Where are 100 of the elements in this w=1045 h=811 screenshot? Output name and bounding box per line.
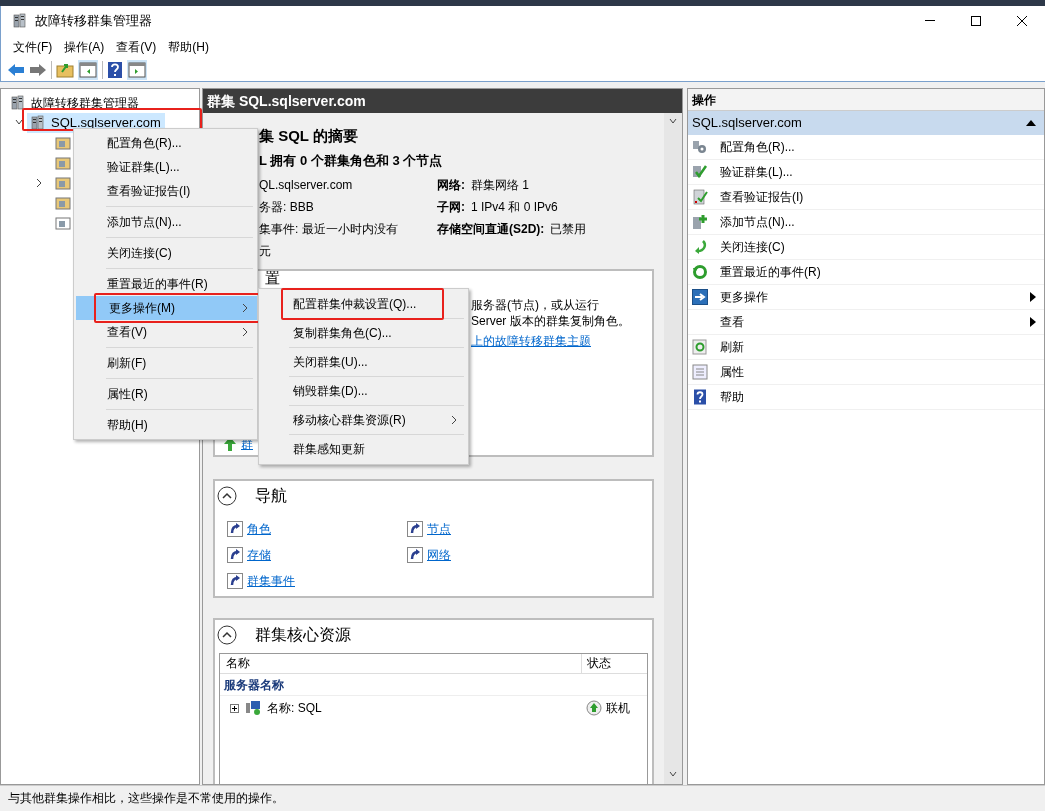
action-item[interactable]: 验证群集(L)... bbox=[688, 160, 1044, 185]
menu-item[interactable]: 配置角色(R)... bbox=[74, 131, 257, 155]
menu-item[interactable]: 复制群集角色(C)... bbox=[259, 319, 468, 347]
refresh-icon bbox=[692, 339, 708, 355]
forward-icon[interactable] bbox=[29, 61, 47, 78]
folder-icon bbox=[55, 175, 71, 191]
detail-label: 存储空间直通(S2D): bbox=[437, 221, 545, 238]
action-item[interactable]: 刷新 bbox=[688, 335, 1044, 360]
summary-detail: 务器: BBB bbox=[259, 199, 315, 216]
menu-item[interactable]: 关闭群集(U)... bbox=[259, 348, 468, 376]
navigation-link[interactable]: 网络 bbox=[427, 546, 451, 564]
shortcut-icon bbox=[407, 547, 423, 563]
menu-item[interactable]: 群集感知更新 bbox=[259, 435, 468, 463]
help-icon bbox=[692, 389, 708, 405]
detail-value: 已禁用 bbox=[550, 221, 587, 238]
menu-item[interactable]: 重置最近的事件(R) bbox=[74, 272, 257, 296]
server-icon bbox=[11, 95, 27, 111]
actions-section-header[interactable]: SQL.sqlserver.com bbox=[688, 111, 1044, 135]
menu-item[interactable]: 查看(V) bbox=[74, 320, 257, 344]
shortcut-icon bbox=[407, 521, 423, 537]
summary-subtitle: L 拥有 0 个群集角色和 3 个节点 bbox=[259, 151, 444, 170]
menu-item[interactable]: 关闭连接(C) bbox=[74, 241, 257, 265]
add-icon bbox=[692, 214, 708, 230]
menu-item[interactable]: 操作(A) bbox=[58, 38, 111, 56]
column-header[interactable]: 状态 bbox=[582, 654, 611, 673]
window-title: 故障转移群集管理器 bbox=[35, 12, 152, 31]
pane-icon[interactable] bbox=[78, 59, 98, 80]
maximize-icon bbox=[971, 16, 981, 26]
folder-icon bbox=[55, 135, 71, 151]
menu-item[interactable]: 刷新(F) bbox=[74, 351, 257, 375]
menu-item[interactable]: 验证群集(L)... bbox=[74, 155, 257, 179]
folder-icon bbox=[55, 215, 71, 231]
action-item[interactable]: 关闭连接(C) bbox=[688, 235, 1044, 260]
shortcut-icon bbox=[227, 573, 243, 589]
pane-icon[interactable] bbox=[127, 59, 147, 80]
menu-item[interactable]: 销毁群集(D)... bbox=[259, 377, 468, 405]
action-item[interactable]: 添加节点(N)... bbox=[688, 210, 1044, 235]
expand-icon bbox=[35, 178, 43, 188]
panel-title: 群集核心资源 bbox=[255, 625, 351, 645]
back-icon[interactable] bbox=[7, 61, 25, 78]
detail-value: 群集网络 1 bbox=[471, 177, 529, 194]
expand-icon[interactable] bbox=[230, 703, 239, 713]
reset-icon bbox=[692, 264, 708, 280]
navigation-link[interactable]: 节点 bbox=[427, 520, 451, 538]
collapse-icon[interactable] bbox=[217, 625, 237, 645]
check-icon bbox=[692, 164, 708, 180]
app-icon bbox=[13, 13, 29, 29]
help-icon[interactable] bbox=[107, 60, 123, 79]
close-icon bbox=[1017, 16, 1027, 26]
online-icon bbox=[586, 700, 602, 716]
detail-label: 子网: bbox=[437, 199, 465, 216]
action-item[interactable]: 配置角色(R)... bbox=[688, 135, 1044, 160]
menu-item[interactable]: 帮助(H) bbox=[74, 413, 257, 437]
detail-label: 网络: bbox=[437, 177, 465, 194]
group-header: 服务器名称 bbox=[220, 674, 647, 696]
tree-item[interactable]: 故障转移群集管理器 bbox=[31, 94, 139, 112]
menu-item[interactable]: 查看验证报告(I) bbox=[74, 179, 257, 203]
menu-item[interactable]: 属性(R) bbox=[74, 382, 257, 406]
summary-detail: 元 bbox=[259, 243, 272, 260]
summary-title: 集 SQL 的摘要 bbox=[259, 126, 359, 146]
action-item[interactable]: 更多操作 bbox=[688, 285, 1044, 310]
panel-title: 导航 bbox=[255, 486, 287, 506]
menu-item[interactable]: 配置群集仲裁设置(Q)... bbox=[259, 290, 468, 318]
menu-item[interactable]: 移动核心群集资源(R) bbox=[259, 406, 468, 434]
action-item[interactable]: 查看 bbox=[688, 310, 1044, 335]
content-header: 群集 SQL.sqlserver.com bbox=[203, 89, 682, 113]
summary-detail: 集事件: 最近一小时内没有 bbox=[259, 221, 399, 238]
action-item[interactable]: 属性 bbox=[688, 360, 1044, 385]
help-link[interactable]: 上的故障转移群集主题 bbox=[471, 333, 652, 349]
action-item[interactable]: 帮助 bbox=[688, 385, 1044, 410]
actions-title: 操作 bbox=[688, 89, 1044, 111]
action-item[interactable]: 重置最近的事件(R) bbox=[688, 260, 1044, 285]
folder-icon bbox=[55, 155, 71, 171]
navigation-link[interactable]: 存储 bbox=[247, 546, 271, 564]
server-icon bbox=[245, 700, 261, 716]
menu-item[interactable]: 添加节点(N)... bbox=[74, 210, 257, 234]
minimize-icon bbox=[925, 20, 935, 22]
configure-text: Server 版本的群集复制角色。 bbox=[471, 313, 631, 329]
action-item[interactable]: 查看验证报告(I) bbox=[688, 185, 1044, 210]
submenu-arrow-icon bbox=[1030, 292, 1036, 302]
menu-item[interactable]: 更多操作(M) bbox=[76, 296, 257, 320]
menu-item[interactable]: 帮助(H) bbox=[162, 38, 215, 56]
summary-detail: QL.sqlserver.com bbox=[259, 177, 354, 194]
menu-item[interactable]: 文件(F) bbox=[7, 38, 59, 56]
menu-item[interactable]: 查看(V) bbox=[110, 38, 163, 56]
navigation-link[interactable]: 群集事件 bbox=[247, 572, 295, 590]
report-icon bbox=[692, 189, 708, 205]
table-cell-text: 名称: SQL bbox=[267, 700, 322, 717]
section-title: SQL.sqlserver.com bbox=[692, 114, 802, 133]
navigation-link[interactable]: 角色 bbox=[247, 520, 271, 538]
server-icon bbox=[31, 115, 47, 131]
column-header[interactable]: 名称 bbox=[220, 654, 582, 673]
collapse-icon[interactable] bbox=[1026, 120, 1036, 126]
tree-item-label: SQL.sqlserver.com bbox=[51, 114, 161, 133]
collapse-icon[interactable] bbox=[217, 486, 237, 506]
configure-text: 服务器(节点)，或从运行 bbox=[471, 297, 600, 313]
panel-title: 置 bbox=[265, 270, 280, 286]
shortcut-icon bbox=[227, 521, 243, 537]
folder-up-icon[interactable] bbox=[56, 61, 74, 78]
shortcut-icon bbox=[227, 547, 243, 563]
